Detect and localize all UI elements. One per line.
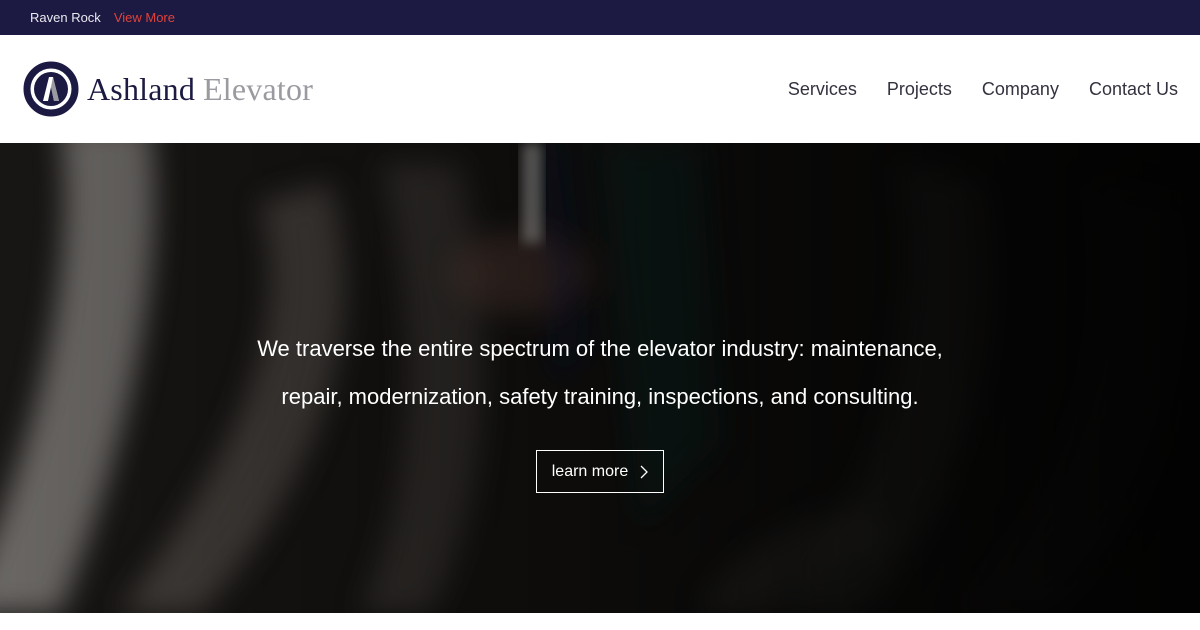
site-logo[interactable]: Ashland Elevator xyxy=(23,61,313,117)
page-content-start xyxy=(0,613,1200,630)
logo-wordmark: Ashland Elevator xyxy=(87,71,313,108)
view-more-link[interactable]: View More xyxy=(114,10,175,25)
hero-line-2: repair, modernization, safety training, … xyxy=(281,384,919,409)
nav-contact-us[interactable]: Contact Us xyxy=(1089,79,1178,100)
hero-banner: We traverse the entire spectrum of the e… xyxy=(0,143,1200,613)
nav-services[interactable]: Services xyxy=(788,79,857,100)
logo-word-elevator: Elevator xyxy=(203,70,314,107)
learn-more-label: learn more xyxy=(551,462,629,480)
nav-company[interactable]: Company xyxy=(982,79,1059,100)
logo-word-ashland: Ashland xyxy=(87,70,196,107)
top-bar: Raven Rock View More xyxy=(0,0,1200,35)
hero-line-1: We traverse the entire spectrum of the e… xyxy=(257,336,943,361)
learn-more-button[interactable]: learn more xyxy=(536,450,664,493)
chevron-right-icon xyxy=(640,465,649,478)
main-nav: Services Projects Company Contact Us xyxy=(758,79,1178,100)
hero-tagline: We traverse the entire spectrum of the e… xyxy=(150,325,1050,421)
site-header: Ashland Elevator Services Projects Compan… xyxy=(0,35,1200,143)
ashland-a-monogram-icon xyxy=(23,61,79,117)
nav-projects[interactable]: Projects xyxy=(887,79,952,100)
location-label: Raven Rock xyxy=(30,10,101,25)
